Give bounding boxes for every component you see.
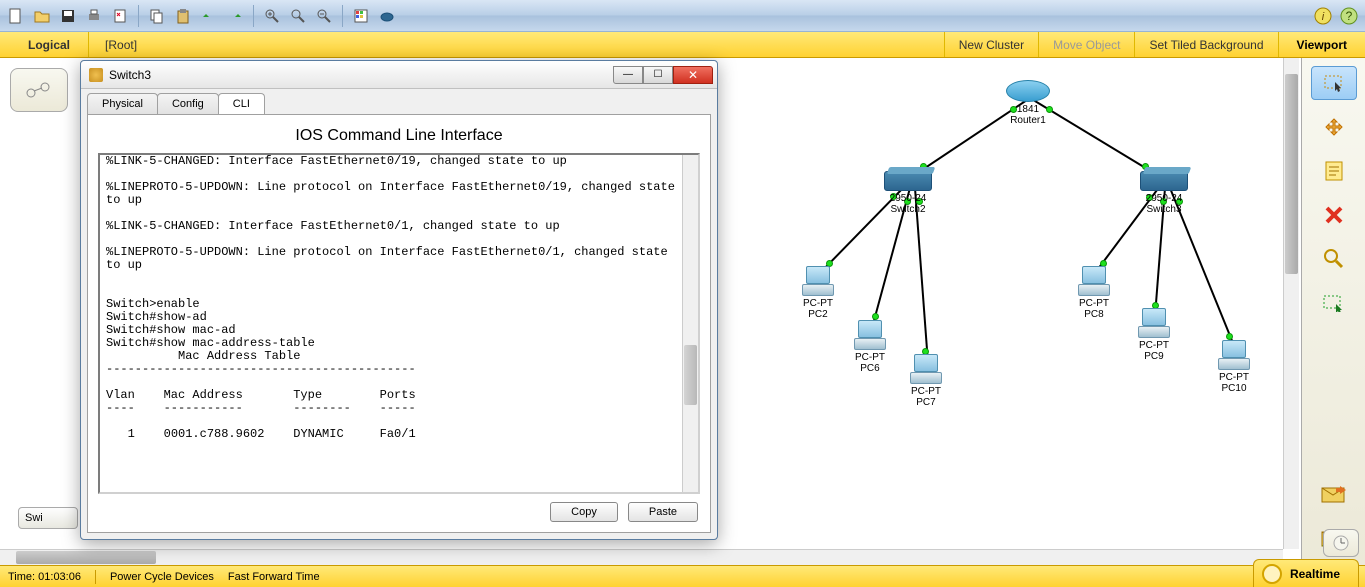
device-pc6[interactable]: PC-PTPC6 bbox=[852, 320, 888, 374]
dialog-title: Switch3 bbox=[109, 68, 613, 82]
copy-button[interactable]: Copy bbox=[550, 502, 618, 522]
breadcrumb-root[interactable]: [Root] bbox=[89, 38, 153, 52]
tool-palette bbox=[1301, 58, 1365, 565]
wizard-icon[interactable] bbox=[108, 4, 132, 28]
device-config-dialog: Switch3 — ☐ ✕ Physical Config CLI IOS Co… bbox=[80, 60, 718, 540]
device-type: 2950-24 bbox=[1146, 193, 1183, 204]
device-type: 2950-24 bbox=[890, 193, 927, 204]
clock-icon bbox=[1262, 564, 1282, 584]
logical-bar: Logical [Root] New Cluster Move Object S… bbox=[0, 32, 1365, 58]
truncated-tab[interactable]: Swi bbox=[18, 507, 78, 529]
save-icon[interactable] bbox=[56, 4, 80, 28]
device-name: Router1 bbox=[1010, 115, 1046, 126]
cli-title: IOS Command Line Interface bbox=[98, 127, 700, 145]
device-name: Switch2 bbox=[890, 204, 925, 215]
device-router1[interactable]: 1841Router1 bbox=[1006, 80, 1050, 126]
zoom-in-icon[interactable] bbox=[260, 4, 284, 28]
tab-physical[interactable]: Physical bbox=[87, 93, 158, 114]
zoom-reset-icon[interactable] bbox=[286, 4, 310, 28]
device-name: PC2 bbox=[808, 309, 827, 320]
palette-icon[interactable] bbox=[349, 4, 373, 28]
fast-forward-button[interactable]: Fast Forward Time bbox=[228, 571, 320, 583]
main-toolbar: i ? bbox=[0, 0, 1365, 32]
status-bar: Time: 01:03:06 Power Cycle Devices Fast … bbox=[0, 565, 1365, 587]
link-status-icon bbox=[872, 313, 879, 320]
move-object-button[interactable]: Move Object bbox=[1038, 32, 1134, 57]
resize-shape-tool[interactable] bbox=[1313, 286, 1355, 320]
device-switch2[interactable]: 2950-24Switch2 bbox=[884, 171, 932, 215]
redo-icon[interactable] bbox=[223, 4, 247, 28]
device-name: PC6 bbox=[860, 363, 879, 374]
sim-time: Time: 01:03:06 bbox=[8, 571, 81, 583]
device-type: PC-PT bbox=[803, 298, 833, 309]
device-pc9[interactable]: PC-PTPC9 bbox=[1136, 308, 1172, 362]
new-file-icon[interactable] bbox=[4, 4, 28, 28]
device-type: 1841 bbox=[1017, 104, 1039, 115]
device-pc8[interactable]: PC-PTPC8 bbox=[1076, 266, 1112, 320]
viewport-button[interactable]: Viewport bbox=[1278, 32, 1365, 57]
device-type: PC-PT bbox=[1079, 298, 1109, 309]
new-cluster-button[interactable]: New Cluster bbox=[944, 32, 1038, 57]
zoom-out-icon[interactable] bbox=[312, 4, 336, 28]
help-icon[interactable]: ? bbox=[1337, 4, 1361, 28]
device-pc10[interactable]: PC-PTPC10 bbox=[1216, 340, 1252, 394]
device-type: PC-PT bbox=[1139, 340, 1169, 351]
cluster-shortcut[interactable] bbox=[10, 68, 68, 112]
canvas-hscroll[interactable] bbox=[0, 549, 1283, 565]
cli-output[interactable]: %LINK-5-CHANGED: Interface FastEthernet0… bbox=[106, 155, 680, 492]
power-cycle-button[interactable]: Power Cycle Devices bbox=[110, 571, 214, 583]
svg-text:?: ? bbox=[1346, 9, 1353, 23]
device-type: PC-PT bbox=[911, 386, 941, 397]
maximize-button[interactable]: ☐ bbox=[643, 66, 673, 84]
device-pc2[interactable]: PC-PTPC2 bbox=[800, 266, 836, 320]
link-status-icon bbox=[1226, 333, 1233, 340]
cli-scrollbar[interactable] bbox=[682, 155, 698, 492]
device-switch3[interactable]: 2950-24Switch3 bbox=[1140, 171, 1188, 215]
add-simple-pdu-tool[interactable] bbox=[1313, 477, 1355, 511]
dialog-icon bbox=[89, 68, 103, 82]
inspect-tool[interactable] bbox=[1313, 242, 1355, 276]
print-icon[interactable] bbox=[82, 4, 106, 28]
open-file-icon[interactable] bbox=[30, 4, 54, 28]
logical-tab[interactable]: Logical bbox=[0, 32, 89, 57]
select-tool[interactable] bbox=[1311, 66, 1357, 100]
dialog-titlebar[interactable]: Switch3 — ☐ ✕ bbox=[81, 61, 717, 89]
cli-terminal[interactable]: %LINK-5-CHANGED: Interface FastEthernet0… bbox=[98, 153, 700, 494]
dialog-tabs: Physical Config CLI bbox=[81, 89, 717, 114]
device-name: PC10 bbox=[1221, 383, 1246, 394]
device-name: PC8 bbox=[1084, 309, 1103, 320]
device-type: PC-PT bbox=[855, 352, 885, 363]
tab-cli[interactable]: CLI bbox=[218, 93, 265, 114]
realtime-label: Realtime bbox=[1290, 567, 1340, 581]
device-name: PC9 bbox=[1144, 351, 1163, 362]
undo-icon[interactable] bbox=[197, 4, 221, 28]
copy-icon[interactable] bbox=[145, 4, 169, 28]
realtime-tab[interactable]: Realtime bbox=[1253, 559, 1359, 587]
minimize-button[interactable]: — bbox=[613, 66, 643, 84]
device-type: PC-PT bbox=[1219, 372, 1249, 383]
device-name: PC7 bbox=[916, 397, 935, 408]
custom-device-icon[interactable] bbox=[375, 4, 399, 28]
device-pc7[interactable]: PC-PTPC7 bbox=[908, 354, 944, 408]
place-note-tool[interactable] bbox=[1313, 154, 1355, 188]
canvas-vscroll[interactable] bbox=[1283, 58, 1299, 549]
info-icon[interactable]: i bbox=[1311, 4, 1335, 28]
dialog-body: IOS Command Line Interface %LINK-5-CHANG… bbox=[87, 114, 711, 533]
move-layout-tool[interactable] bbox=[1313, 110, 1355, 144]
close-button[interactable]: ✕ bbox=[673, 66, 713, 84]
device-name: Switch3 bbox=[1146, 204, 1181, 215]
set-tiled-bg-button[interactable]: Set Tiled Background bbox=[1134, 32, 1277, 57]
simulation-tab-collapsed[interactable] bbox=[1323, 529, 1359, 557]
delete-tool[interactable] bbox=[1313, 198, 1355, 232]
paste-icon[interactable] bbox=[171, 4, 195, 28]
paste-button[interactable]: Paste bbox=[628, 502, 698, 522]
tab-config[interactable]: Config bbox=[157, 93, 219, 114]
